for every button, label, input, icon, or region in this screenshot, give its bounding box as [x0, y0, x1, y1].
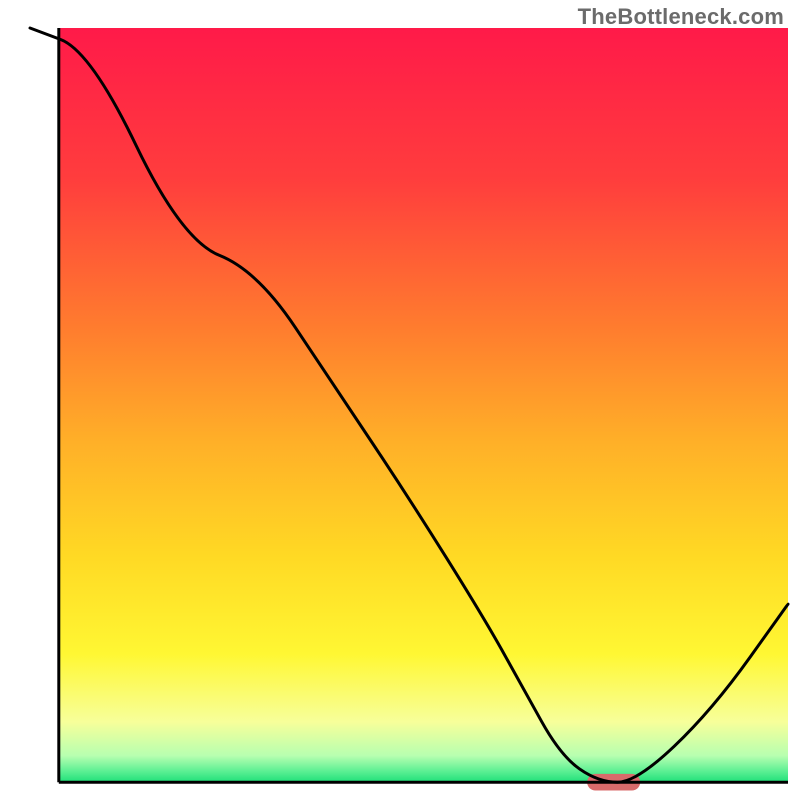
gradient-background — [59, 28, 788, 782]
watermark-text: TheBottleneck.com — [578, 4, 784, 30]
bottleneck-chart — [0, 0, 800, 800]
chart-container: TheBottleneck.com — [0, 0, 800, 800]
